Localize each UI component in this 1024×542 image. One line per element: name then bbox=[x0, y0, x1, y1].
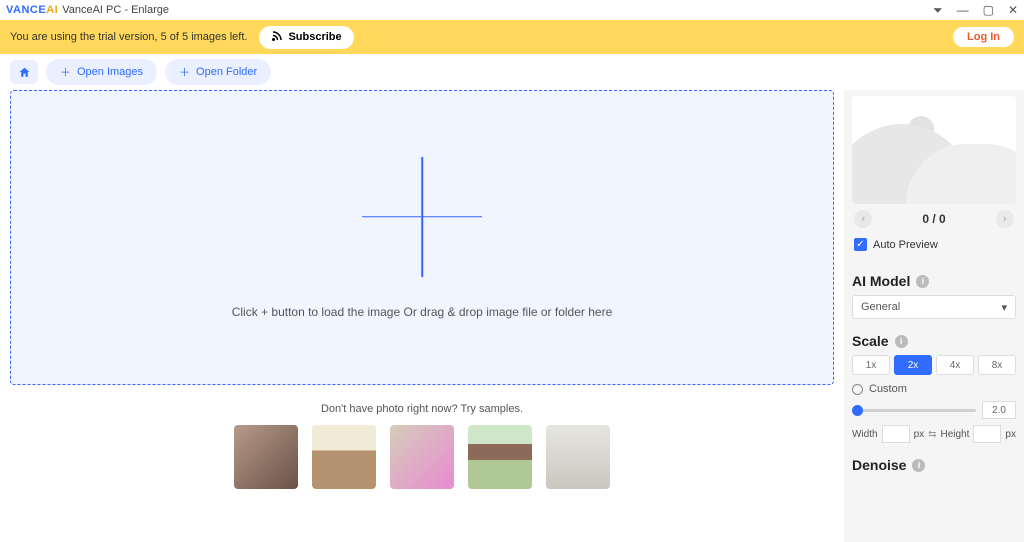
ai-model-select[interactable]: General ▾ bbox=[852, 295, 1016, 319]
custom-label: Custom bbox=[869, 383, 907, 395]
scale-options: 1x 2x 4x 8x bbox=[852, 355, 1016, 375]
maximize-icon[interactable]: ▢ bbox=[983, 3, 994, 18]
trial-banner: You are using the trial version, 5 of 5 … bbox=[0, 20, 1024, 54]
sample-thumb[interactable] bbox=[234, 425, 298, 489]
sample-thumb[interactable] bbox=[390, 425, 454, 489]
title-bar: VANCEAI VanceAI PC - Enlarge ⏷ — ▢ ✕ bbox=[0, 0, 1024, 20]
ai-model-heading: AI Model bbox=[852, 273, 910, 289]
subscribe-label: Subscribe bbox=[288, 31, 341, 43]
auto-preview-row[interactable]: ✓ Auto Preview bbox=[852, 234, 1016, 259]
open-images-label: Open Images bbox=[77, 66, 143, 78]
height-label: Height bbox=[941, 429, 970, 440]
menu-icon[interactable]: ⏷ bbox=[933, 3, 943, 18]
sample-thumbnails bbox=[10, 425, 834, 489]
px-label: px bbox=[1005, 429, 1016, 440]
scale-slider[interactable] bbox=[852, 409, 976, 412]
rss-icon bbox=[271, 30, 283, 45]
brand-logo: VANCEAI bbox=[6, 4, 58, 16]
link-icon[interactable]: ⇆ bbox=[928, 429, 936, 440]
samples-label: Don't have photo right now? Try samples. bbox=[10, 403, 834, 415]
info-icon[interactable]: i bbox=[895, 335, 908, 348]
px-label: px bbox=[914, 429, 925, 440]
open-folder-label: Open Folder bbox=[196, 66, 257, 78]
plus-icon: ＋ bbox=[179, 64, 190, 80]
checkbox-icon[interactable]: ✓ bbox=[854, 238, 867, 251]
pager-count: 0 / 0 bbox=[922, 212, 945, 226]
home-button[interactable] bbox=[10, 60, 38, 84]
info-icon[interactable]: i bbox=[912, 459, 925, 472]
dropzone[interactable]: Click + button to load the image Or drag… bbox=[10, 90, 834, 385]
scale-1x[interactable]: 1x bbox=[852, 355, 890, 375]
width-input[interactable] bbox=[882, 425, 910, 443]
login-button[interactable]: Log In bbox=[953, 27, 1014, 47]
scale-4x[interactable]: 4x bbox=[936, 355, 974, 375]
radio-icon[interactable] bbox=[852, 384, 863, 395]
sample-thumb[interactable] bbox=[312, 425, 376, 489]
preview-placeholder bbox=[852, 96, 1016, 204]
plus-icon: ＋ bbox=[60, 64, 71, 80]
scale-2x[interactable]: 2x bbox=[894, 355, 932, 375]
sample-thumb[interactable] bbox=[546, 425, 610, 489]
custom-scale-row[interactable]: Custom bbox=[852, 383, 1016, 395]
next-arrow-icon[interactable]: › bbox=[996, 210, 1014, 228]
scale-heading: Scale bbox=[852, 333, 889, 349]
window-controls: ⏷ — ▢ ✕ bbox=[933, 3, 1018, 18]
subscribe-button[interactable]: Subscribe bbox=[259, 26, 353, 49]
height-input[interactable] bbox=[973, 425, 1001, 443]
scale-8x[interactable]: 8x bbox=[978, 355, 1016, 375]
width-label: Width bbox=[852, 429, 878, 440]
chevron-down-icon: ▾ bbox=[1001, 301, 1007, 314]
trial-message: You are using the trial version, 5 of 5 … bbox=[10, 31, 247, 43]
open-folder-button[interactable]: ＋ Open Folder bbox=[165, 59, 271, 85]
minimize-icon[interactable]: — bbox=[957, 3, 969, 18]
close-icon[interactable]: ✕ bbox=[1008, 3, 1018, 18]
auto-preview-label: Auto Preview bbox=[873, 239, 938, 251]
prev-arrow-icon[interactable]: ‹ bbox=[854, 210, 872, 228]
add-image-plus-icon[interactable] bbox=[362, 157, 482, 277]
toolbar: ＋ Open Images ＋ Open Folder bbox=[0, 54, 1024, 90]
open-images-button[interactable]: ＋ Open Images bbox=[46, 59, 157, 85]
ai-model-value: General bbox=[861, 301, 900, 313]
side-panel: ‹ 0 / 0 › ✓ Auto Preview AI Model i Gene… bbox=[844, 90, 1024, 542]
sample-thumb[interactable] bbox=[468, 425, 532, 489]
denoise-heading: Denoise bbox=[852, 457, 906, 473]
scale-value[interactable]: 2.0 bbox=[982, 401, 1016, 419]
info-icon[interactable]: i bbox=[916, 275, 929, 288]
window-title: VanceAI PC - Enlarge bbox=[62, 4, 169, 16]
preview-pager: ‹ 0 / 0 › bbox=[852, 204, 1016, 234]
dropzone-hint: Click + button to load the image Or drag… bbox=[232, 305, 613, 319]
